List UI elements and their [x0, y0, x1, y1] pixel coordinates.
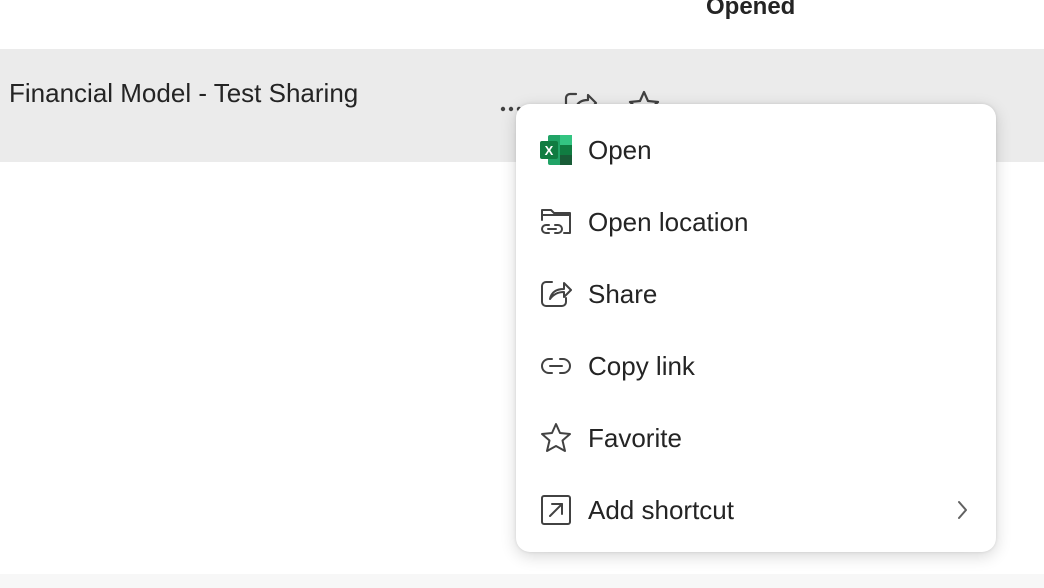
menu-item-favorite[interactable]: Favorite	[516, 402, 996, 474]
menu-item-label: Open	[588, 135, 652, 165]
menu-item-open[interactable]: X Open	[516, 114, 996, 186]
star-icon	[540, 421, 572, 455]
link-icon	[540, 349, 572, 383]
bottom-strip	[0, 574, 1044, 588]
menu-item-label: Open location	[588, 207, 749, 237]
menu-item-copy-link[interactable]: Copy link	[516, 330, 996, 402]
svg-text:X: X	[545, 143, 554, 158]
menu-item-label: Favorite	[588, 423, 682, 453]
excel-icon: X	[540, 133, 572, 167]
folder-link-icon	[540, 205, 572, 239]
shortcut-icon	[540, 493, 572, 527]
menu-item-label: Copy link	[588, 351, 695, 381]
files-list-view: Opened Financial Model - Test Sharing X …	[0, 0, 1044, 588]
list-header: Opened	[0, 0, 1044, 50]
chevron-right-icon	[954, 498, 970, 522]
menu-item-label: Share	[588, 279, 658, 309]
menu-item-open-location[interactable]: Open location	[516, 186, 996, 258]
menu-item-label: Add shortcut	[588, 495, 734, 525]
file-name[interactable]: Financial Model - Test Sharing	[9, 76, 358, 110]
column-header-opened[interactable]: Opened	[706, 0, 795, 24]
context-menu: X Open Open location Share Copy link Fav…	[516, 104, 996, 552]
menu-item-share[interactable]: Share	[516, 258, 996, 330]
menu-item-add-shortcut[interactable]: Add shortcut	[516, 474, 996, 546]
share-icon	[540, 277, 572, 311]
